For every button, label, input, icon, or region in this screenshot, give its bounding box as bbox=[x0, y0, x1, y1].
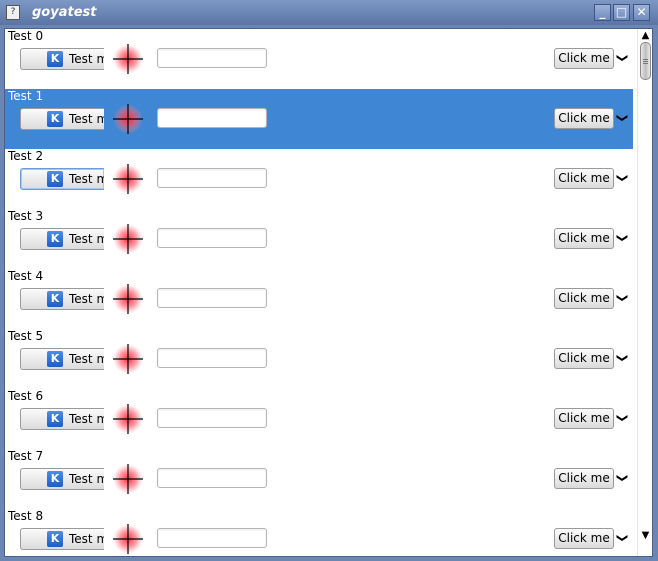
kde-icon: K bbox=[47, 531, 63, 547]
vertical-scrollbar[interactable]: ▲ ▼ bbox=[637, 29, 652, 556]
maximize-button[interactable]: □ bbox=[613, 4, 630, 21]
row-label: Test 6 bbox=[8, 389, 44, 403]
kde-icon: K bbox=[47, 111, 63, 127]
text-input[interactable] bbox=[157, 48, 267, 68]
app-icon[interactable]: ? bbox=[6, 5, 20, 20]
test-button-label: Test m bbox=[69, 352, 104, 366]
test-button[interactable]: K Test m bbox=[20, 528, 104, 550]
minimize-button[interactable]: _ bbox=[594, 4, 611, 21]
row-label: Test 5 bbox=[8, 329, 44, 343]
test-button-label: Test m bbox=[69, 172, 104, 186]
chevron-down-icon[interactable]: ❯ bbox=[613, 352, 631, 364]
click-me-button[interactable]: Click me bbox=[554, 288, 614, 309]
row-label: Test 7 bbox=[8, 449, 44, 463]
test-button-label: Test m bbox=[69, 232, 104, 246]
click-me-button[interactable]: Click me bbox=[554, 528, 614, 549]
text-input[interactable] bbox=[157, 168, 267, 188]
crosshair-icon bbox=[113, 284, 143, 314]
maximize-icon: □ bbox=[615, 5, 628, 19]
test-button-label: Test m bbox=[69, 412, 104, 426]
chevron-down-icon[interactable]: ❯ bbox=[613, 292, 631, 304]
test-button-label: Test m bbox=[69, 52, 104, 66]
list-row[interactable]: Test 0 K Test m Click me ❯ bbox=[5, 29, 633, 89]
list-row[interactable]: Test 3 K Test m Click me ❯ bbox=[5, 209, 633, 269]
click-me-button[interactable]: Click me bbox=[554, 228, 614, 249]
chevron-down-icon[interactable]: ❯ bbox=[613, 232, 631, 244]
kde-icon: K bbox=[47, 171, 63, 187]
chevron-down-icon[interactable]: ❯ bbox=[613, 412, 631, 424]
text-input[interactable] bbox=[157, 408, 267, 428]
crosshair-icon bbox=[113, 404, 143, 434]
click-me-button[interactable]: Click me bbox=[554, 408, 614, 429]
row-label: Test 3 bbox=[8, 209, 44, 223]
row-label: Test 1 bbox=[8, 89, 44, 103]
click-me-button[interactable]: Click me bbox=[554, 468, 614, 489]
chevron-down-icon[interactable]: ❯ bbox=[613, 472, 631, 484]
crosshair-icon bbox=[113, 224, 143, 254]
kde-icon: K bbox=[47, 291, 63, 307]
chevron-down-icon[interactable]: ❯ bbox=[613, 52, 631, 64]
kde-icon: K bbox=[47, 471, 63, 487]
test-button[interactable]: K Test m bbox=[20, 288, 104, 310]
crosshair-icon bbox=[113, 464, 143, 494]
text-input[interactable] bbox=[157, 228, 267, 248]
row-label: Test 8 bbox=[8, 509, 44, 523]
kde-icon: K bbox=[47, 351, 63, 367]
text-input[interactable] bbox=[157, 108, 267, 128]
click-me-button[interactable]: Click me bbox=[554, 108, 614, 129]
row-label: Test 2 bbox=[8, 149, 44, 163]
list-row[interactable]: Test 4 K Test m Click me ❯ bbox=[5, 269, 633, 329]
window-title: goyatest bbox=[32, 5, 97, 20]
test-button[interactable]: K Test m bbox=[20, 408, 104, 430]
test-button[interactable]: K Test m bbox=[20, 228, 104, 250]
test-button-label: Test m bbox=[69, 532, 104, 546]
row-label: Test 4 bbox=[8, 269, 44, 283]
app-window: ? goyatest _ □ ✕ Test 0 K Test m bbox=[0, 0, 658, 561]
crosshair-icon bbox=[113, 104, 143, 134]
click-me-button[interactable]: Click me bbox=[554, 48, 614, 69]
text-input[interactable] bbox=[157, 528, 267, 548]
chevron-down-icon[interactable]: ❯ bbox=[613, 172, 631, 184]
scroll-thumb[interactable] bbox=[640, 42, 651, 80]
chevron-down-icon[interactable]: ❯ bbox=[613, 532, 631, 544]
click-me-button[interactable]: Click me bbox=[554, 168, 614, 189]
test-list: Test 0 K Test m Click me ❯ Test 1 K Test… bbox=[5, 29, 635, 556]
list-row[interactable]: Test 8 K Test m Click me ❯ bbox=[5, 509, 633, 556]
list-row[interactable]: Test 7 K Test m Click me ❯ bbox=[5, 449, 633, 509]
close-icon: ✕ bbox=[636, 5, 647, 19]
text-input[interactable] bbox=[157, 468, 267, 488]
client-area: Test 0 K Test m Click me ❯ Test 1 K Test… bbox=[4, 28, 653, 557]
crosshair-icon bbox=[113, 524, 143, 554]
minimize-icon: _ bbox=[599, 5, 606, 19]
test-button[interactable]: K Test m bbox=[20, 168, 104, 190]
scroll-up-arrow-icon[interactable]: ▲ bbox=[638, 29, 652, 43]
test-button[interactable]: K Test m bbox=[20, 348, 104, 370]
list-row[interactable]: Test 6 K Test m Click me ❯ bbox=[5, 389, 633, 449]
crosshair-icon bbox=[113, 44, 143, 74]
close-button[interactable]: ✕ bbox=[633, 4, 650, 21]
test-button[interactable]: K Test m bbox=[20, 48, 104, 70]
title-bar[interactable]: ? goyatest _ □ ✕ bbox=[0, 0, 658, 25]
text-input[interactable] bbox=[157, 348, 267, 368]
test-button[interactable]: K Test m bbox=[20, 108, 104, 130]
crosshair-icon bbox=[113, 344, 143, 374]
test-button-label: Test m bbox=[69, 472, 104, 486]
click-me-button[interactable]: Click me bbox=[554, 348, 614, 369]
crosshair-icon bbox=[113, 164, 143, 194]
list-row[interactable]: Test 1 K Test m Click me ❯ bbox=[5, 89, 633, 149]
list-row[interactable]: Test 5 K Test m Click me ❯ bbox=[5, 329, 633, 389]
text-input[interactable] bbox=[157, 288, 267, 308]
kde-icon: K bbox=[47, 51, 63, 67]
kde-icon: K bbox=[47, 411, 63, 427]
test-button-label: Test m bbox=[69, 292, 104, 306]
test-button[interactable]: K Test m bbox=[20, 468, 104, 490]
row-label: Test 0 bbox=[8, 29, 44, 43]
kde-icon: K bbox=[47, 231, 63, 247]
list-row[interactable]: Test 2 K Test m Click me ❯ bbox=[5, 149, 633, 209]
chevron-down-icon[interactable]: ❯ bbox=[613, 112, 631, 124]
test-button-label: Test m bbox=[69, 112, 104, 126]
scroll-down-arrow-icon[interactable]: ▼ bbox=[638, 529, 652, 543]
